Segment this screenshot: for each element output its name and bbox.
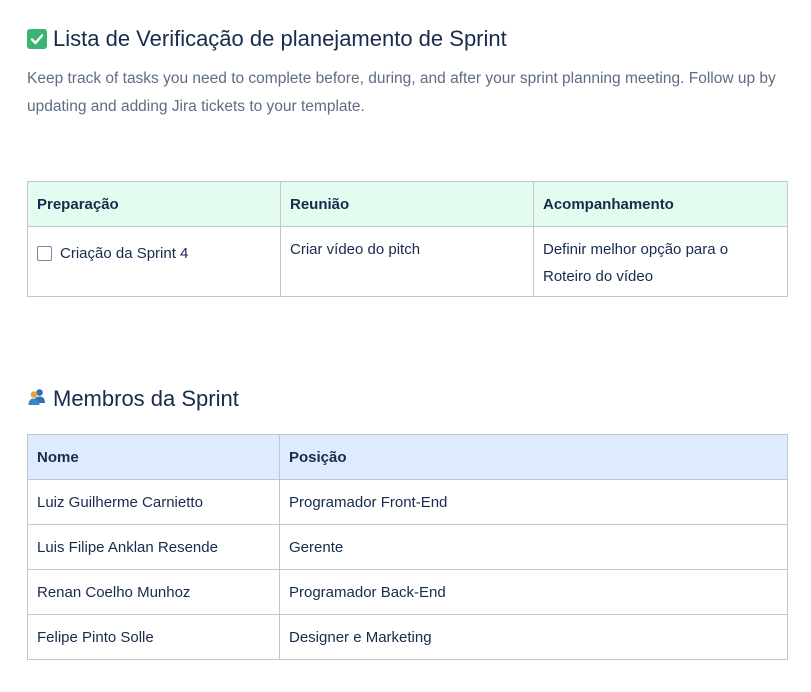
- member-position: Gerente: [279, 524, 788, 570]
- table-row: Criação da Sprint 4 Criar vídeo do pitch…: [27, 226, 788, 297]
- check-mark-icon: [27, 29, 47, 49]
- table-row: Felipe Pinto Solle Designer e Marketing: [27, 614, 788, 660]
- column-header-nome: Nome: [27, 434, 280, 480]
- column-header-reuniao: Reunião: [280, 181, 534, 227]
- member-name: Renan Coelho Munhoz: [27, 569, 280, 615]
- members-title: Membros da Sprint: [53, 386, 239, 411]
- checklist-description: Keep track of tasks you need to complete…: [27, 70, 776, 115]
- member-name: Luiz Guilherme Carnietto: [27, 479, 280, 525]
- task-item: Criação da Sprint 4: [37, 236, 271, 267]
- table-header-row: Nome Posição: [27, 434, 788, 480]
- member-position: Programador Back-End: [279, 569, 788, 615]
- table-row: Luis Filipe Anklan Resende Gerente: [27, 524, 788, 570]
- table-header-row: Preparação Reunião Acompanhamento: [27, 181, 788, 227]
- table-row: Renan Coelho Munhoz Programador Back-End: [27, 569, 788, 615]
- member-position: Designer e Marketing: [279, 614, 788, 660]
- checklist-table: Preparação Reunião Acompanhamento Criaçã…: [27, 181, 788, 297]
- members-table: Nome Posição Luiz Guilherme Carnietto Pr…: [27, 434, 788, 660]
- column-header-posicao: Posição: [279, 434, 788, 480]
- table-row: Luiz Guilherme Carnietto Programador Fro…: [27, 479, 788, 525]
- member-position: Programador Front-End: [279, 479, 788, 525]
- cell-reuniao: Criar vídeo do pitch: [280, 226, 534, 297]
- cell-acompanhamento: Definir melhor opção para o Roteiro do v…: [533, 226, 788, 297]
- members-heading: Membros da Sprint: [27, 384, 239, 414]
- column-header-acompanhamento: Acompanhamento: [533, 181, 788, 227]
- checklist-heading: Lista de Verificação de planejamento de …: [27, 24, 507, 54]
- task-label: Criação da Sprint 4: [60, 245, 189, 262]
- checklist-title: Lista de Verificação de planejamento de …: [53, 26, 507, 51]
- cell-preparacao: Criação da Sprint 4: [27, 226, 281, 297]
- member-name: Felipe Pinto Solle: [27, 614, 280, 660]
- column-header-preparacao: Preparação: [27, 181, 281, 227]
- member-name: Luis Filipe Anklan Resende: [27, 524, 280, 570]
- people-icon: [27, 386, 47, 412]
- task-checkbox[interactable]: [37, 246, 52, 261]
